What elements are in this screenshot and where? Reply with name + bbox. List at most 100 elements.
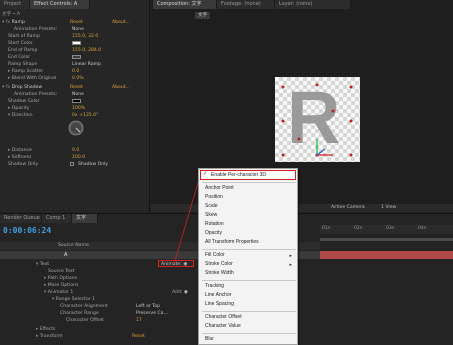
menu-item-skew[interactable]: Skew [205, 211, 217, 220]
shadow-only-row: Shadow Only Shadow Only [8, 162, 109, 167]
blend-row: ▸ Blend With Original 0.0% [8, 76, 84, 81]
menu-item-opacity[interactable]: Opacity [205, 229, 222, 238]
tab-layer[interactable]: Layer: (none) [275, 0, 351, 9]
time-ruler[interactable]: 01s 02s 03s 04s [320, 225, 453, 234]
shadow-direction-value[interactable]: 0x +135.0° [72, 112, 98, 119]
shadow-presets-select[interactable]: None [72, 91, 84, 98]
comp-canvas[interactable]: R [275, 76, 360, 162]
shadow-color-swatch[interactable] [72, 99, 81, 103]
menu-separator [202, 249, 296, 250]
prop-range-selector[interactable]: ▾ Range Selector 1 [52, 296, 95, 303]
shadow-softness-row: ▸ Softness 100.0 [8, 155, 86, 160]
prop-animator-1[interactable]: ▾ Animator 1 [44, 289, 73, 296]
start-of-ramp-value[interactable]: 155.0, 32.0 [72, 33, 98, 40]
tab-footage[interactable]: Footage: (none) [217, 0, 275, 9]
shadow-opacity-value[interactable]: 100% [72, 105, 85, 112]
start-color-row: Start Color [8, 40, 81, 47]
layer-duration-bar[interactable] [320, 251, 453, 259]
shadow-direction-row: ▾ Direction 0x +135.0° [8, 113, 99, 118]
effect-drop-shadow-header[interactable]: ▾ fx Drop Shadow Reset About... [2, 84, 148, 91]
tab-timeline-comp[interactable]: 文字 [72, 214, 98, 223]
menu-separator [202, 333, 296, 334]
tab-effect-controls[interactable]: Effect Controls: A [30, 0, 90, 9]
ruler-tick-label: 03s [386, 226, 395, 231]
shadow-only-checkbox[interactable] [70, 162, 74, 166]
tab-composition[interactable]: Composition: 文字 [153, 0, 217, 9]
menu-item-tracking[interactable]: Tracking [205, 282, 224, 291]
end-color-swatch[interactable] [72, 55, 81, 59]
menu-item-scale[interactable]: Scale [205, 202, 218, 211]
menu-item-line-anchor[interactable]: Line Anchor [205, 291, 231, 300]
tab-render-queue[interactable]: Render Queue [0, 214, 42, 223]
end-of-ramp-value[interactable]: 155.0, 284.0 [72, 47, 101, 54]
ramp-shape-select[interactable]: Linear Ramp [72, 61, 101, 68]
menu-item-rotation[interactable]: Rotation [205, 220, 224, 229]
menu-item-line-spacing[interactable]: Line Spacing [205, 300, 234, 309]
menu-item-fill-color[interactable]: Fill Color [205, 251, 225, 260]
shadow-distance-row: ▸ Distance 0.0 [8, 148, 80, 153]
menu-item-character-value[interactable]: Character Value [205, 322, 241, 331]
prop-source-text[interactable]: Source Text [48, 268, 75, 275]
ruler-tick-label: 04s [418, 226, 427, 231]
shadow-about-link[interactable]: About... [112, 84, 130, 91]
start-color-swatch[interactable] [72, 41, 81, 45]
menu-item-anchor-point[interactable]: Anchor Point [205, 184, 234, 193]
ramp-scatter-row: ▸ Ramp Scatter 0.0 [8, 69, 80, 74]
ramp-about-link[interactable]: About... [112, 19, 130, 26]
ramp-shape-row: Ramp Shape Linear Ramp [8, 62, 102, 67]
animate-context-menu: ✓ Enable Per-character 3D Anchor Point P… [198, 168, 298, 345]
ramp-presets-select[interactable]: None [72, 26, 84, 33]
menu-separator [202, 280, 296, 281]
animator-add-button[interactable]: Add: ◉ [172, 289, 188, 296]
shadow-distance-value[interactable]: 0.0 [72, 147, 79, 154]
prop-character-offset[interactable]: Character Offset 17 [60, 317, 142, 324]
view-layout-select[interactable]: 1 View [381, 205, 396, 210]
active-camera-select[interactable]: Active Camera [331, 205, 365, 210]
shadow-presets-row: Animation Presets: None [14, 92, 84, 97]
prop-transform[interactable]: ▸ Transform Reset [36, 333, 145, 340]
effect-ramp-header[interactable]: ▾ fx Ramp Reset About... [2, 19, 148, 26]
ramp-scatter-value[interactable]: 0.0 [72, 68, 79, 75]
transform-reset-link[interactable]: Reset [132, 333, 145, 340]
effect-controls-panel: Project Effect Controls: A 文字 • A ▾ fx R… [0, 0, 150, 212]
menu-item-stroke-color[interactable]: Stroke Color [205, 260, 233, 269]
effect-controls-breadcrumb: 文字 • A [2, 12, 20, 17]
end-color-row: End Color [8, 54, 81, 61]
menu-item-all-transform[interactable]: All Transform Properties [205, 238, 259, 247]
prop-character-range[interactable]: Character Range Preserve Ca... [60, 310, 168, 317]
prop-more-options[interactable]: ▸ More Options [44, 282, 78, 289]
blend-value[interactable]: 0.0% [72, 75, 84, 82]
source-name-header[interactable]: Source Name [58, 243, 89, 248]
menu-item-position[interactable]: Position [205, 193, 223, 202]
prop-path-options[interactable]: ▸ Path Options [44, 275, 77, 282]
shadow-opacity-row: ▸ Opacity 100% [8, 106, 86, 111]
menu-item-blur[interactable]: Blur [205, 335, 214, 344]
expand-arrow-icon[interactable]: ▾ fx [2, 85, 12, 90]
shadow-color-row: Shadow Color [8, 98, 81, 105]
menu-item-character-offset[interactable]: Character Offset [205, 313, 242, 322]
character-offset-value[interactable]: 17 [136, 317, 142, 324]
work-area-bar[interactable] [320, 238, 453, 241]
layer-name[interactable]: A [64, 252, 67, 258]
shadow-softness-value[interactable]: 100.0 [72, 154, 85, 161]
tab-project[interactable]: Project [0, 0, 30, 9]
submenu-arrow-icon: ▸ [289, 253, 292, 259]
shadow-reset-link[interactable]: Reset [70, 84, 83, 91]
direction-dial-icon[interactable] [68, 120, 84, 136]
menu-item-enable-per-character-3d[interactable]: Enable Per-character 3D [211, 171, 266, 180]
menu-item-stroke-width[interactable]: Stroke Width [205, 269, 234, 278]
tab-comp-1[interactable]: Comp 1 [42, 214, 72, 223]
expand-arrow-icon[interactable]: ▾ fx [2, 20, 12, 25]
character-range-select[interactable]: Preserve Ca... [136, 310, 168, 317]
ramp-reset-link[interactable]: Reset [70, 19, 83, 26]
end-of-ramp-row: End of Ramp 155.0, 284.0 [8, 48, 102, 53]
timecode[interactable]: 0:00:06:24 [3, 226, 51, 235]
axis-gizmo-icon[interactable] [313, 135, 339, 159]
ramp-presets-row: Animation Presets: None [14, 27, 84, 32]
submenu-arrow-icon: ▸ [289, 262, 292, 268]
character-alignment-select[interactable]: Left or Top [136, 303, 160, 310]
prop-character-alignment[interactable]: Character Alignment Left or Top [60, 303, 160, 310]
prop-text[interactable]: ▾ Text [36, 261, 49, 268]
prop-effects[interactable]: ▸ Effects [36, 326, 55, 333]
comp-breadcrumb[interactable]: 文字 [195, 12, 211, 19]
